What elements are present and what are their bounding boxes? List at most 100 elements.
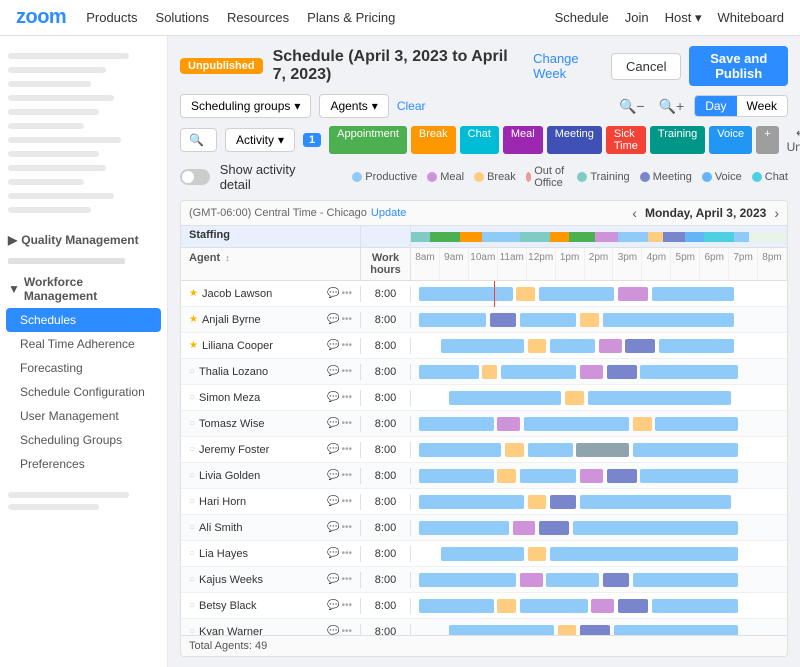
sidebar-quality-management[interactable]: ▶ Quality Management: [0, 228, 167, 252]
activity-toggle-row: Show activity detail Productive Meal Bre…: [180, 162, 788, 192]
bar-meeting: [580, 625, 610, 636]
more-icon[interactable]: •••: [341, 522, 352, 533]
table-row: ○ Livia Golden 💬 ••• 8:00: [181, 463, 787, 489]
quality-management-header[interactable]: ▶ Quality Management: [0, 228, 167, 252]
more-icon[interactable]: •••: [341, 548, 352, 559]
chip-more[interactable]: +: [756, 126, 778, 154]
chip-meal[interactable]: Meal: [503, 126, 543, 154]
agent-cell-jeremy: ○ Jeremy Foster 💬 •••: [181, 442, 361, 458]
prev-date-button[interactable]: ‹: [632, 205, 637, 221]
more-icon[interactable]: •••: [341, 288, 352, 299]
legend-break: Break: [474, 165, 516, 189]
chat-icon[interactable]: 💬: [327, 392, 339, 403]
chat-icon[interactable]: 💬: [327, 288, 339, 299]
activity-detail-toggle[interactable]: [180, 169, 210, 185]
table-row: ★ Jacob Lawson 💬 ••• 8:00: [181, 281, 787, 307]
more-icon[interactable]: •••: [341, 600, 352, 611]
scheduling-groups-dropdown[interactable]: Scheduling groups ▾: [180, 94, 311, 118]
sidebar-item-forecasting[interactable]: Forecasting: [0, 356, 167, 380]
more-icon[interactable]: •••: [341, 496, 352, 507]
search-box[interactable]: 🔍: [180, 128, 217, 152]
more-icon[interactable]: •••: [341, 366, 352, 377]
chat-icon[interactable]: 💬: [327, 522, 339, 533]
bar-productive2: [614, 625, 738, 636]
hours-cell: 8:00: [361, 364, 411, 380]
chat-icon[interactable]: 💬: [327, 574, 339, 585]
more-icon[interactable]: •••: [341, 314, 352, 325]
hours-cell: 8:00: [361, 390, 411, 406]
chat-icon[interactable]: 💬: [327, 366, 339, 377]
bar-productive2: [550, 339, 595, 353]
hours-col-header: Work hours: [361, 248, 411, 280]
more-icon[interactable]: •••: [341, 392, 352, 403]
zoom-out-button[interactable]: 🔍−: [615, 96, 649, 117]
week-toggle[interactable]: Week: [737, 96, 787, 116]
chevron-down-icon: ▾: [278, 133, 284, 147]
sidebar-item-schedule-config[interactable]: Schedule Configuration: [0, 380, 167, 404]
nav-join[interactable]: Join: [625, 10, 649, 25]
more-icon[interactable]: •••: [341, 626, 352, 635]
chat-icon[interactable]: 💬: [327, 470, 339, 481]
day-toggle[interactable]: Day: [695, 96, 736, 116]
sidebar-item-preferences[interactable]: Preferences: [0, 452, 167, 476]
bar-productive2: [550, 547, 738, 561]
chat-icon[interactable]: 💬: [327, 314, 339, 325]
nav-schedule[interactable]: Schedule: [555, 10, 609, 25]
workforce-management-header[interactable]: ▼ Workforce Management: [0, 270, 167, 308]
zoom-in-button[interactable]: 🔍+: [655, 96, 689, 117]
more-icon[interactable]: •••: [341, 444, 352, 455]
staffing-row: Staffing: [181, 226, 787, 248]
bar-productive: [419, 495, 524, 509]
chat-icon[interactable]: 💬: [327, 418, 339, 429]
chat-icon[interactable]: 💬: [327, 626, 339, 635]
table-row: ○ Betsy Black 💬 ••• 8:00: [181, 593, 787, 619]
nav-resources[interactable]: Resources: [227, 10, 289, 25]
agent-cell-thalia: ○ Thalia Lozano 💬 •••: [181, 364, 361, 380]
bar-productive2: [501, 365, 576, 379]
chevron-right-icon: ▶: [8, 233, 17, 247]
more-icon[interactable]: •••: [341, 470, 352, 481]
more-icon[interactable]: •••: [341, 574, 352, 585]
table-row: ○ Hari Horn 💬 ••• 8:00: [181, 489, 787, 515]
bar-break: [633, 417, 652, 431]
agent-name: Ali Smith: [199, 522, 242, 534]
save-publish-button[interactable]: Save and Publish: [689, 46, 788, 86]
more-icon[interactable]: •••: [341, 418, 352, 429]
undo-button[interactable]: ↩ Undo: [787, 126, 800, 154]
chip-meeting[interactable]: Meeting: [547, 126, 602, 154]
chat-icon[interactable]: 💬: [327, 444, 339, 455]
nav-whiteboard[interactable]: Whiteboard: [718, 10, 784, 25]
chip-chat[interactable]: Chat: [460, 126, 499, 154]
next-date-button[interactable]: ›: [774, 205, 779, 221]
sidebar-item-user-management[interactable]: User Management: [0, 404, 167, 428]
agent-cell-ali: ○ Ali Smith 💬 •••: [181, 520, 361, 536]
sidebar-item-scheduling-groups[interactable]: Scheduling Groups: [0, 428, 167, 452]
chip-sicktime[interactable]: Sick Time: [606, 126, 646, 154]
chip-voice[interactable]: Voice: [709, 126, 752, 154]
cancel-button[interactable]: Cancel: [611, 53, 681, 80]
chip-training[interactable]: Training: [650, 126, 705, 154]
chat-icon[interactable]: 💬: [327, 600, 339, 611]
agent-cell-simon: ○ Simon Meza 💬 •••: [181, 390, 361, 406]
sidebar-item-realtime[interactable]: Real Time Adherence: [0, 332, 167, 356]
chat-icon[interactable]: 💬: [327, 548, 339, 559]
table-row: ○ Ali Smith 💬 ••• 8:00: [181, 515, 787, 541]
agents-dropdown[interactable]: Agents ▾: [319, 94, 388, 118]
bar-productive2: [573, 521, 738, 535]
chip-break[interactable]: Break: [411, 126, 456, 154]
chat-icon[interactable]: 💬: [327, 496, 339, 507]
clear-button[interactable]: Clear: [397, 99, 426, 113]
more-icon[interactable]: •••: [341, 340, 352, 351]
nav-solutions[interactable]: Solutions: [156, 10, 209, 25]
nav-host[interactable]: Host ▾: [665, 10, 702, 26]
nav-products[interactable]: Products: [86, 10, 137, 25]
chat-icon[interactable]: 💬: [327, 340, 339, 351]
activity-dropdown[interactable]: Activity ▾: [225, 128, 295, 152]
bar-productive2: [546, 573, 599, 587]
nav-plans[interactable]: Plans & Pricing: [307, 10, 395, 25]
update-link[interactable]: Update: [371, 207, 406, 219]
nav-right: Schedule Join Host ▾ Whiteboard: [555, 10, 784, 26]
change-week-link[interactable]: Change Week: [533, 51, 601, 81]
sidebar-item-schedules[interactable]: Schedules: [6, 308, 161, 332]
chip-appointment[interactable]: Appointment: [329, 126, 407, 154]
